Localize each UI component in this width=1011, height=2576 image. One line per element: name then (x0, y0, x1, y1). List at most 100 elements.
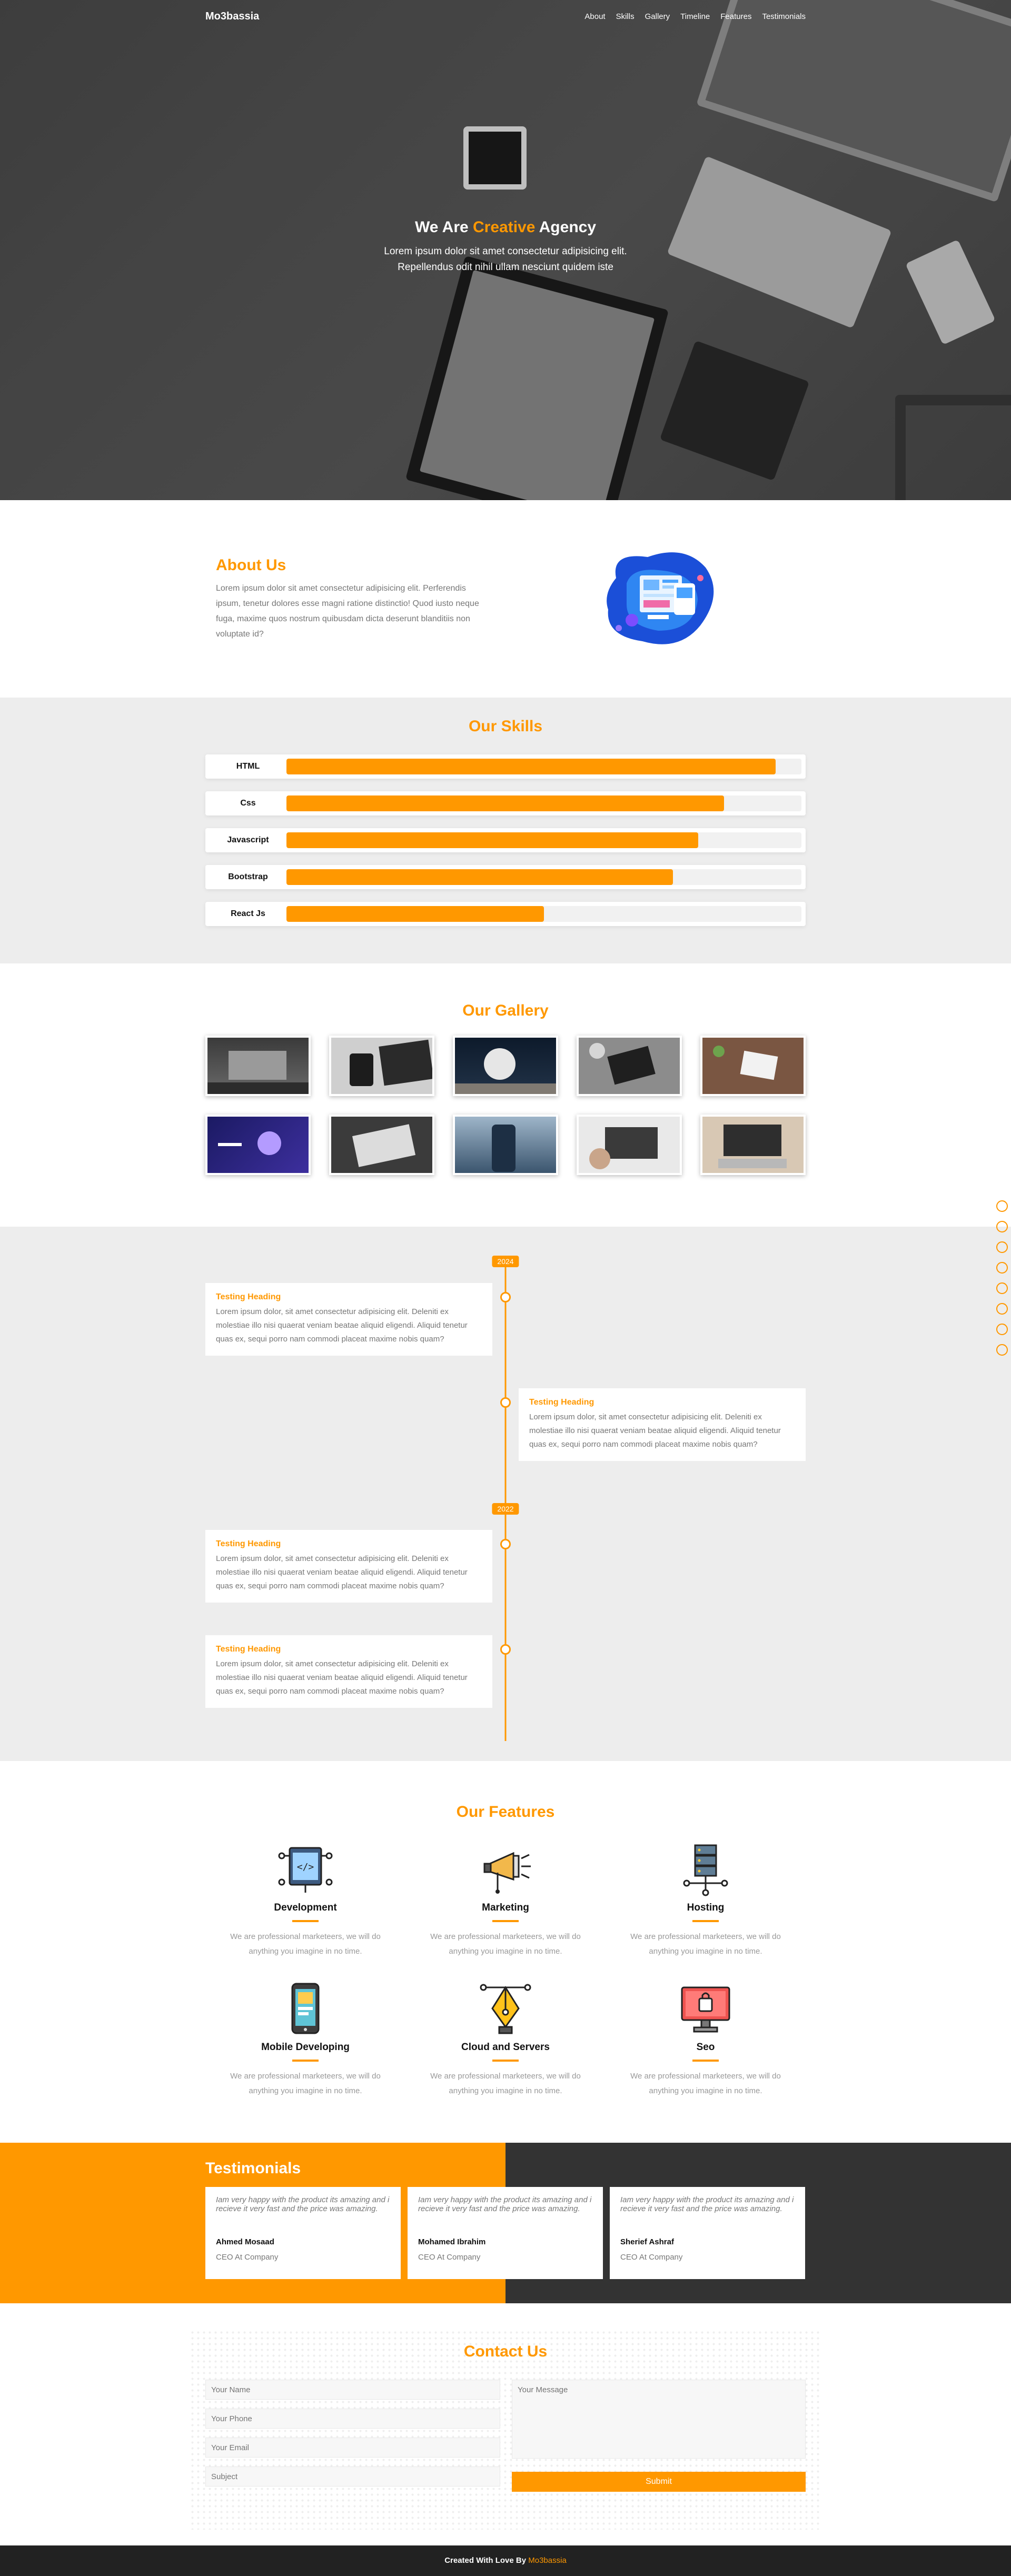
section-nav-bullets (996, 1200, 1008, 1365)
testimonial-role: CEO At Company (216, 2253, 279, 2262)
gallery-image[interactable] (329, 1036, 434, 1096)
about-illustration (595, 546, 721, 652)
timeline-card-heading: Testing Heading (529, 1398, 594, 1407)
feature-text: We are professional marketeers, we will … (630, 2072, 781, 2095)
gallery-image[interactable] (205, 1115, 311, 1175)
code-icon: </> (274, 1840, 337, 1898)
nav-bullet[interactable] (996, 1200, 1008, 1212)
feature-name: Marketing (482, 1902, 529, 1913)
site-logo[interactable]: Mo3bassia (205, 11, 259, 23)
skills-section: Our Skills HTML Css Javascript Bootstrap… (0, 698, 1011, 963)
gallery-image[interactable] (329, 1115, 434, 1175)
nav-link-skills[interactable]: Skills (616, 12, 635, 21)
nav-bullet[interactable] (996, 1221, 1008, 1232)
timeline-dot (500, 1292, 511, 1302)
testimonial-name: Ahmed Mosaad (216, 2237, 274, 2246)
features-section: Our Features </> Development We are prof… (0, 1761, 1011, 2143)
nav-bullet[interactable] (996, 1303, 1008, 1315)
gallery-image[interactable] (700, 1115, 806, 1175)
nav-link-about[interactable]: About (584, 12, 605, 21)
testimonials-section: Testimonials Iam very happy with the pro… (0, 2143, 1011, 2303)
subject-input[interactable] (205, 2466, 500, 2487)
timeline-section: 2024 Testing Heading Lorem ipsum dolor, … (0, 1227, 1011, 1761)
timeline-card-text: Lorem ipsum dolor, sit amet consectetur … (216, 1554, 468, 1590)
feature-name: Hosting (687, 1902, 725, 1913)
nav-link-testimonials[interactable]: Testimonials (762, 12, 806, 21)
mobile-icon (274, 1980, 337, 2037)
timeline-card: Testing Heading Lorem ipsum dolor, sit a… (205, 1530, 492, 1603)
nav-bullet[interactable] (996, 1262, 1008, 1274)
name-input[interactable] (205, 2380, 500, 2400)
testimonial-card: Iam very happy with the product its amaz… (408, 2187, 603, 2279)
testimonial-quote: Iam very happy with the product its amaz… (620, 2195, 794, 2213)
skill-item-html: HTML (205, 754, 806, 779)
skill-progress-track (286, 906, 801, 922)
nav-bullet[interactable] (996, 1324, 1008, 1335)
svg-text:</>: </> (297, 1862, 314, 1873)
skill-progress-track (286, 795, 801, 811)
nav-link-gallery[interactable]: Gallery (645, 12, 670, 21)
testimonials-title: Testimonials (205, 2160, 301, 2177)
features-title: Our Features (456, 1803, 555, 1821)
skill-name: React Js (231, 909, 265, 918)
footer-text: Created With Love By (444, 2556, 529, 2565)
feature-name: Development (274, 1902, 337, 1913)
skill-progress-fill (286, 832, 699, 848)
feature-text: We are professional marketeers, we will … (430, 1932, 581, 1956)
skill-name: Css (240, 799, 256, 808)
timeline-card-text: Lorem ipsum dolor, sit amet consectetur … (216, 1307, 468, 1344)
timeline-card: Testing Heading Lorem ipsum dolor, sit a… (205, 1283, 492, 1356)
gallery-image[interactable] (453, 1115, 558, 1175)
skill-name: HTML (236, 762, 260, 771)
nav-link-timeline[interactable]: Timeline (680, 12, 710, 21)
email-input[interactable] (205, 2438, 500, 2458)
gallery-image[interactable] (577, 1115, 682, 1175)
server-icon (674, 1840, 737, 1898)
megaphone-icon (474, 1840, 537, 1898)
skill-item-javascript: Javascript (205, 828, 806, 852)
footer: Created With Love By Mo3bassia (0, 2545, 1011, 2576)
about-title: About Us (216, 556, 286, 574)
skill-item-css: Css (205, 791, 806, 815)
skill-progress-track (286, 759, 801, 774)
feature-marketing: Marketing We are professional marketeers… (405, 1840, 606, 1958)
timeline-dot (500, 1539, 511, 1549)
contact-section: Contact Us Submit (0, 2303, 1011, 2545)
nav-bullet[interactable] (996, 1344, 1008, 1356)
feature-hosting: Hosting We are professional marketeers, … (606, 1840, 806, 1958)
about-text: Lorem ipsum dolor sit amet consectetur a… (216, 583, 479, 639)
nav-bullet[interactable] (996, 1282, 1008, 1294)
skill-progress-fill (286, 795, 725, 811)
footer-brand-link[interactable]: Mo3bassia (528, 2556, 567, 2565)
gallery-image[interactable] (700, 1036, 806, 1096)
nav-links: About Skills Gallery Timeline Features T… (584, 12, 806, 21)
timeline-card-text: Lorem ipsum dolor, sit amet consectetur … (529, 1413, 781, 1449)
hero-subtitle-line2: Repellendus odit nihil ullam nesciunt qu… (398, 262, 613, 273)
testimonial-name: Mohamed Ibrahim (418, 2237, 486, 2246)
timeline-year: 2024 (492, 1256, 519, 1267)
testimonial-name: Sherief Ashraf (620, 2237, 674, 2246)
message-textarea[interactable] (512, 2380, 806, 2459)
timeline-card: Testing Heading Lorem ipsum dolor, sit a… (519, 1388, 806, 1461)
gallery-image[interactable] (577, 1036, 682, 1096)
feature-name: Mobile Developing (261, 2042, 350, 2053)
skill-name: Javascript (227, 836, 269, 844)
skill-progress-fill (286, 759, 776, 774)
testimonial-role: CEO At Company (620, 2253, 683, 2262)
feature-text: We are professional marketeers, we will … (430, 2072, 581, 2095)
timeline-card-heading: Testing Heading (216, 1539, 281, 1548)
submit-button[interactable]: Submit (512, 2472, 806, 2492)
gallery-image[interactable] (453, 1036, 558, 1096)
gallery-image[interactable] (205, 1036, 311, 1096)
nav-bullet[interactable] (996, 1241, 1008, 1253)
timeline-card: Testing Heading Lorem ipsum dolor, sit a… (205, 1635, 492, 1708)
pen-tool-icon (474, 1980, 537, 2037)
phone-input[interactable] (205, 2409, 500, 2429)
navbar: Mo3bassia About Skills Gallery Timeline … (0, 0, 1011, 33)
skill-progress-fill (286, 869, 673, 885)
nav-link-features[interactable]: Features (720, 12, 751, 21)
skill-name: Bootstrap (228, 872, 268, 881)
skill-progress-fill (286, 906, 544, 922)
timeline-card-text: Lorem ipsum dolor, sit amet consectetur … (216, 1659, 468, 1696)
skill-item-bootstrap: Bootstrap (205, 865, 806, 889)
